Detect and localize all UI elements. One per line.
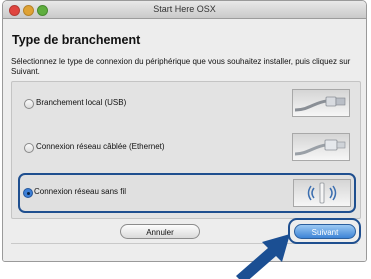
title-bar[interactable]: Start Here OSX bbox=[3, 1, 366, 19]
connection-options-panel: Branchement local (USB) Connexion réseau… bbox=[11, 81, 361, 219]
instructions-text: Sélectionnez le type de connexion du pér… bbox=[11, 57, 351, 76]
cancel-button[interactable]: Annuler bbox=[120, 224, 200, 239]
option-usb-label: Branchement local (USB) bbox=[36, 98, 127, 107]
window-title: Start Here OSX bbox=[153, 4, 216, 14]
option-ethernet[interactable]: Connexion réseau câblée (Ethernet) bbox=[20, 131, 354, 165]
page-title: Type de branchement bbox=[12, 33, 141, 47]
pointer-arrow-icon bbox=[236, 234, 290, 279]
option-ethernet-label: Connexion réseau câblée (Ethernet) bbox=[36, 142, 165, 151]
wireless-signal-icon bbox=[293, 179, 351, 207]
option-usb[interactable]: Branchement local (USB) bbox=[20, 87, 354, 121]
next-button[interactable]: Suivant bbox=[294, 224, 356, 239]
option-wireless[interactable]: Connexion réseau sans fil bbox=[18, 173, 356, 213]
ethernet-cable-icon bbox=[292, 133, 350, 161]
usb-cable-icon bbox=[292, 89, 350, 117]
radio-wireless-selected[interactable] bbox=[23, 188, 33, 198]
radio-ethernet[interactable] bbox=[24, 143, 34, 153]
option-wireless-label: Connexion réseau sans fil bbox=[34, 187, 127, 196]
radio-usb[interactable] bbox=[24, 99, 34, 109]
